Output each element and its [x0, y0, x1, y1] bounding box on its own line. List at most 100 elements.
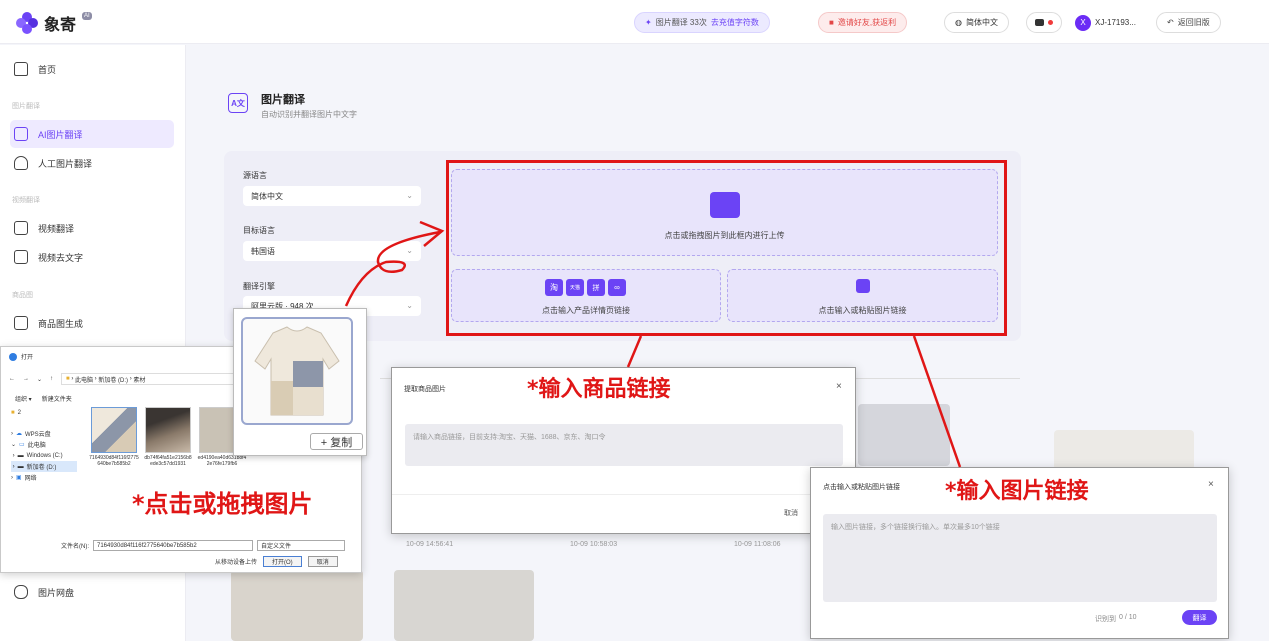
language-label: 简体中文 [965, 18, 998, 27]
image-link-input[interactable]: 输入图片链接，多个链接换行输入。单次最多10个链接 [823, 514, 1217, 602]
folder-tree: ■ 2 › ☁ WPS云盘 ⌄ ▭ 此电脑 › ▬ Windows (C:) › ▬ 新加… [11, 407, 77, 483]
sidebar-item-label: AI图片翻译 [38, 129, 83, 140]
sidebar-item-label: 图片网盘 [38, 587, 75, 598]
sidebar-group-video: 视频翻译 [12, 197, 40, 204]
dialog-title: 提取商品图片 [404, 386, 446, 393]
quota-pill[interactable]: ✦ 图片翻译 33次 去充值字符数 [634, 12, 770, 33]
back-arrow-icon[interactable]: ← [9, 376, 15, 382]
file-thumbnail [91, 407, 137, 453]
gift-icon: ■ [829, 18, 834, 27]
logo-icon [16, 12, 38, 34]
filename-input[interactable]: 7164930d84f116f2775640be7b585b2 [93, 540, 253, 551]
cancel-button[interactable]: 取消 [307, 556, 338, 567]
copy-button[interactable]: + 复制 [310, 433, 363, 450]
gallery-thumbnail[interactable] [858, 404, 950, 466]
upload-from-device-link[interactable]: 从移动设备上传 [215, 557, 257, 566]
engine-label: 翻译引擎 [243, 282, 275, 291]
logo[interactable]: 象寄 AI [16, 11, 92, 35]
tree-item[interactable]: › ▣ 网络 [11, 472, 77, 483]
gallery-thumbnail[interactable] [1054, 430, 1194, 470]
tree-item-label: 2 [17, 409, 21, 416]
language-selector[interactable]: ◍ 简体中文 [944, 12, 1009, 33]
breadcrumb-item[interactable]: 新加卷 (D:) [98, 375, 128, 384]
tree-item[interactable]: › ▬ Windows (C:) [11, 450, 77, 461]
dialog-toolbar: 组织 ▾ 新建文件夹 [15, 394, 72, 403]
video-icon [14, 221, 28, 235]
filename-label: 文件名(N): [61, 544, 89, 550]
page-subtitle: 自动识别并翻译图片中文字 [261, 110, 357, 119]
timestamp: 10-09 10:58:03 [570, 541, 618, 548]
target-language-label: 目标语言 [243, 226, 275, 235]
invite-button[interactable]: ■ 邀请好友,获返利 [818, 12, 908, 33]
sidebar-item-label: 视频去文字 [38, 252, 84, 263]
sidebar-item-product-generate[interactable]: 商品图生成 [10, 309, 174, 337]
file-item[interactable]: 7164930d84f116f2775640be7b585b2 [89, 407, 139, 467]
translate-button[interactable]: 翻译 [1182, 610, 1217, 625]
file-type-select[interactable]: 自定义文件 [257, 540, 345, 551]
folder-icon: ■ [66, 376, 70, 382]
sidebar-item-video-translate[interactable]: 视频翻译 [10, 214, 174, 242]
sidebar-item-label: 视频翻译 [38, 223, 75, 234]
tree-item-label: 网络 [24, 476, 37, 482]
tree-item-label: Windows (C:) [26, 452, 63, 459]
product-link-input[interactable]: 请输入商品链接，目前支持:淘宝、天猫、1688、京东、淘口令 [405, 424, 843, 466]
sidebar-item-label: 商品图生成 [38, 318, 84, 329]
annotation-image-link: *输入图片链接 [945, 479, 1089, 504]
organize-button[interactable]: 组织 ▾ [15, 394, 32, 403]
sidebar-item-manual-translate[interactable]: 人工图片翻译 [10, 149, 174, 177]
translate-image-icon [14, 127, 28, 141]
chevron-down-icon[interactable]: ⌄ [37, 376, 42, 383]
cloud-icon: ☁ [16, 431, 22, 437]
quota-text: 图片翻译 33次 [655, 18, 707, 27]
brand-name: 象寄 [44, 15, 77, 34]
tree-item[interactable]: ■ 2 [11, 407, 77, 418]
file-name: ed4190ea40d631b8f42e76fe179fb6 [197, 455, 247, 467]
sidebar-item-home[interactable]: 首页 [10, 55, 174, 83]
chevron-down-icon: ⌄ [406, 191, 413, 200]
gallery-thumbnail[interactable] [394, 570, 534, 641]
target-language-select[interactable]: 韩国语 ⌄ [243, 241, 421, 261]
sidebar-item-ai-translate[interactable]: AI图片翻译 [10, 120, 174, 148]
tree-item[interactable]: › ▬ 新加卷 (D:) [11, 461, 77, 472]
folder-icon: ■ [11, 409, 15, 416]
tree-item-label: 此电脑 [27, 443, 46, 449]
divider [392, 494, 855, 495]
cancel-button[interactable]: 取消 [784, 508, 798, 518]
sidebar-group-image: 图片翻译 [12, 103, 40, 110]
ai-badge: AI [82, 12, 92, 20]
dialog-actions: 从移动设备上传 打开(O) 取消 [215, 556, 338, 567]
sidebar-item-label: 首页 [38, 64, 57, 75]
back-old-version-button[interactable]: ↶ 返回旧版 [1156, 12, 1221, 33]
sidebar-item-image-drive[interactable]: 图片网盘 [10, 578, 174, 606]
breadcrumb-item[interactable]: 此电脑 [75, 375, 93, 384]
user-menu[interactable]: X XJ-17193... [1071, 12, 1140, 33]
gallery-thumbnail[interactable] [231, 570, 363, 641]
recharge-link[interactable]: 去充值字符数 [711, 17, 759, 28]
sparkle-icon: ✦ [645, 18, 652, 27]
drive-icon: ▬ [17, 452, 24, 459]
source-language-select[interactable]: 简体中文 ⌄ [243, 186, 421, 206]
timestamp: 10-09 14:56:41 [406, 541, 454, 548]
back-old-label: 返回旧版 [1177, 18, 1210, 27]
up-arrow-icon[interactable]: ↑ [50, 376, 53, 382]
sidebar-item-video-remove-text[interactable]: 视频去文字 [10, 243, 174, 271]
tree-item[interactable]: ⌄ ▭ 此电脑 [11, 439, 77, 450]
counter-value: 0 / 10 [1119, 614, 1137, 621]
breadcrumb-item[interactable]: 素材 [133, 375, 145, 384]
globe-icon: ◍ [955, 18, 962, 27]
message-button[interactable] [1026, 12, 1062, 33]
close-icon[interactable]: × [1208, 479, 1214, 490]
file-item[interactable]: db74f64fa51e2156b8ede3c57dd1931 [143, 407, 193, 467]
file-name: 7164930d84f116f2775640be7b585b2 [89, 455, 139, 467]
dialog-title: 打开 [21, 355, 34, 361]
eraser-icon [14, 250, 28, 264]
forward-arrow-icon[interactable]: → [23, 376, 29, 382]
return-icon: ↶ [1167, 18, 1174, 27]
source-language-value: 简体中文 [251, 191, 283, 201]
open-button[interactable]: 打开(O) [263, 556, 302, 567]
image-preview-popup: + 复制 [233, 308, 367, 456]
filename-row: 文件名(N): 7164930d84f116f2775640be7b585b2 … [61, 540, 345, 551]
close-icon[interactable]: × [836, 381, 842, 392]
new-folder-button[interactable]: 新建文件夹 [42, 394, 72, 403]
tree-item[interactable]: › ☁ WPS云盘 [11, 428, 77, 439]
